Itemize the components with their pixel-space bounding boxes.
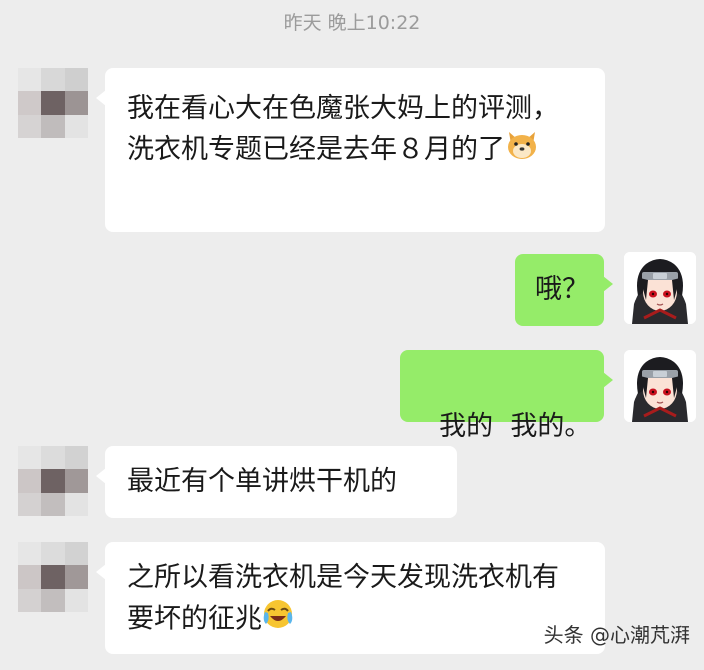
message-text: 我的 我的。 <box>439 411 592 442</box>
message-text: 之所以看洗衣机是今天发现洗衣机有要坏的征兆 <box>127 562 559 635</box>
chat-timestamp: 昨天 晚上10:22 <box>283 12 421 34</box>
doge-emoji-icon <box>505 130 539 172</box>
message-bubble-incoming[interactable]: 我在看心大在色魔张大妈上的评测，洗衣机专题已经是去年８月的了 <box>96 68 605 232</box>
contact-avatar[interactable] <box>18 542 88 612</box>
message-text: 我在看心大在色魔张大妈上的评测，洗衣机专题已经是去年８月的了 <box>127 93 559 165</box>
watermark: 头条 @心潮芃湃 <box>543 623 690 647</box>
message-bubble-incoming[interactable]: 之所以看洗衣机是今天发现洗衣机有要坏的征兆 <box>96 542 605 654</box>
contact-avatar[interactable] <box>18 68 88 138</box>
message-bubble-outgoing[interactable]: 哦？ <box>515 254 613 326</box>
user-avatar[interactable] <box>624 350 696 422</box>
user-avatar[interactable] <box>624 252 696 324</box>
message-text: 最近有个单讲烘干机的 <box>127 466 397 497</box>
message-text: 哦？ <box>535 274 589 305</box>
message-bubble-incoming[interactable]: 最近有个单讲烘干机的 <box>96 446 457 518</box>
crying-laughing-emoji-icon <box>262 598 294 642</box>
contact-avatar[interactable] <box>18 446 88 516</box>
message-bubble-outgoing[interactable]: 我的 我的。 <box>400 350 613 442</box>
